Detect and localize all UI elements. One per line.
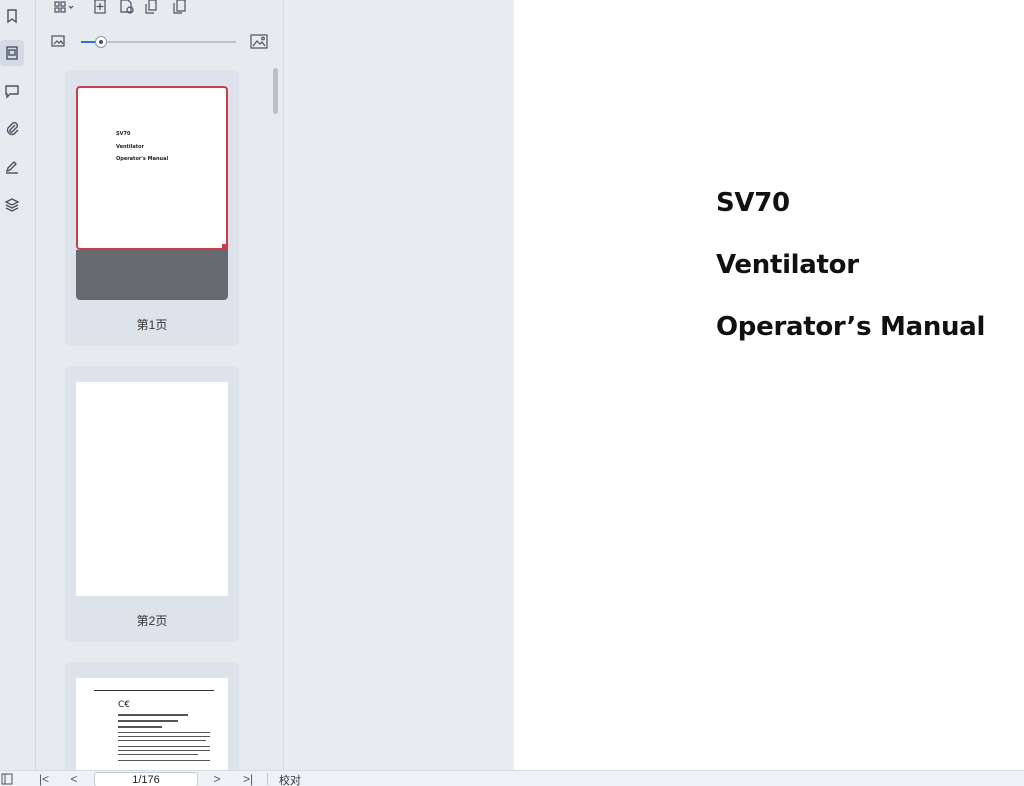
rotate-page-icon[interactable] — [118, 0, 136, 14]
thumb-text-line — [118, 720, 178, 722]
document-viewer[interactable]: SV70 Ventilator Operator’s Manual — [284, 0, 1024, 770]
pdf-reader-window: SV70 Ventilator Operator's Manual 第1页 第2… — [0, 0, 1024, 786]
insert-page-icon[interactable] — [92, 0, 108, 14]
last-page-button[interactable]: >| — [240, 771, 256, 786]
signature-icon[interactable] — [0, 154, 24, 180]
panel-scrollbar[interactable] — [273, 68, 278, 114]
toggle-sidebar-icon[interactable] — [0, 771, 14, 786]
thumb-text-line — [118, 736, 210, 737]
thumb-text-line — [118, 754, 198, 755]
ce-mark-icon: C€ — [118, 700, 131, 710]
zoom-slider-knob[interactable] — [95, 36, 108, 48]
thumb-text-line — [118, 740, 206, 741]
copy-page-icon[interactable] — [171, 0, 189, 14]
thumb-text-line — [118, 760, 210, 761]
thumbnail-page-1[interactable]: SV70 Ventilator Operator's Manual 第1页 — [65, 70, 239, 346]
extract-page-icon[interactable] — [144, 0, 162, 14]
thumb-text-line — [118, 726, 162, 728]
thumb-text-line — [118, 746, 210, 747]
large-thumbnail-icon[interactable] — [249, 33, 269, 49]
next-page-button[interactable]: > — [209, 771, 225, 786]
previous-page-button[interactable]: < — [66, 771, 82, 786]
thumb-text-line — [118, 714, 188, 716]
grid-view-icon[interactable] — [52, 0, 76, 14]
thumbnail-zoom-slider[interactable] — [81, 36, 236, 48]
thumb-text-line — [118, 732, 210, 733]
thumbnail-panel: SV70 Ventilator Operator's Manual 第1页 第2… — [36, 0, 284, 770]
thumb-title-line: SV70 — [116, 131, 131, 137]
thumbnail-page-3-image: C€ — [76, 678, 228, 770]
thumbnails-icon[interactable] — [0, 40, 24, 66]
proofread-button[interactable]: 校对 — [279, 772, 301, 786]
left-sidebar-rail — [0, 0, 36, 770]
thumbnail-page-2[interactable]: 第2页 — [65, 366, 239, 642]
bookmark-icon[interactable] — [0, 3, 24, 29]
thumb-rule — [94, 690, 214, 691]
first-page-button[interactable]: |< — [36, 771, 52, 786]
status-divider — [267, 773, 268, 785]
thumbnail-page-label: 第2页 — [136, 614, 168, 628]
status-bar: |< < 1/176 > >| 校对 — [0, 770, 1024, 786]
page-number-input[interactable]: 1/176 — [94, 772, 198, 786]
document-title-line: Ventilator — [716, 250, 859, 280]
thumbnail-page-3[interactable]: C€ — [65, 662, 239, 770]
thumb-title-line: Operator's Manual — [116, 156, 169, 162]
thumbnail-page-2-image — [76, 382, 228, 596]
thumbnail-overlay — [76, 250, 228, 300]
small-thumbnail-icon[interactable] — [50, 34, 66, 48]
layers-icon[interactable] — [0, 192, 24, 218]
thumb-title-line: Ventilator — [116, 144, 145, 150]
thumbnail-page-1-image: SV70 Ventilator Operator's Manual — [76, 86, 228, 250]
attachment-icon[interactable] — [0, 116, 24, 142]
thumbnail-page-label: 第1页 — [136, 318, 168, 332]
document-page: SV70 Ventilator Operator’s Manual — [514, 0, 1024, 770]
comment-icon[interactable] — [0, 78, 24, 104]
document-title-line: SV70 — [716, 188, 790, 218]
thumb-text-line — [118, 750, 210, 751]
document-title-line: Operator’s Manual — [716, 312, 986, 342]
